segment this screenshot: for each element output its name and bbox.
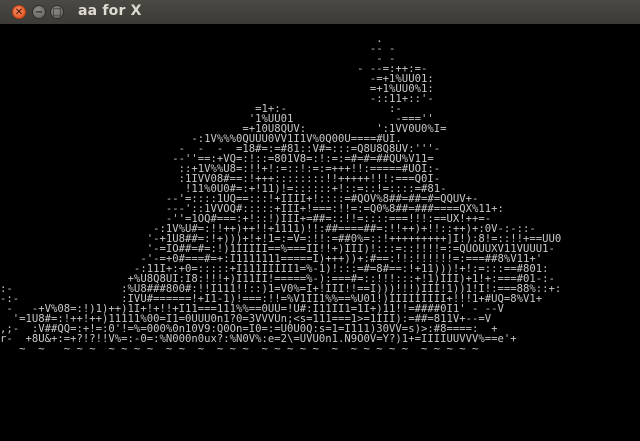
close-icon[interactable]: ✕ [12,5,26,19]
minimize-icon[interactable]: − [32,5,46,19]
title-bar[interactable]: ✕ − □ aa for X [0,0,640,25]
window-title: aa for X [78,3,142,19]
ascii-art: . -- - - - - --=:++:=- -=+1%UU01: =+1%UU… [0,24,640,355]
terminal-window: ✕ − □ aa for X . -- - - - - --=:++:=- -=… [0,0,640,441]
maximize-icon[interactable]: □ [50,5,64,19]
art-line: ~ ~ ~ ~ ~ ~ ~ ~ ~ ~ ~ ~ ~ ~ ~ ~ ~ ~ ~ ~ … [0,343,479,355]
terminal-canvas[interactable]: . -- - - - - --=:++:=- -=+1%UU01: =+1%UU… [0,24,640,441]
